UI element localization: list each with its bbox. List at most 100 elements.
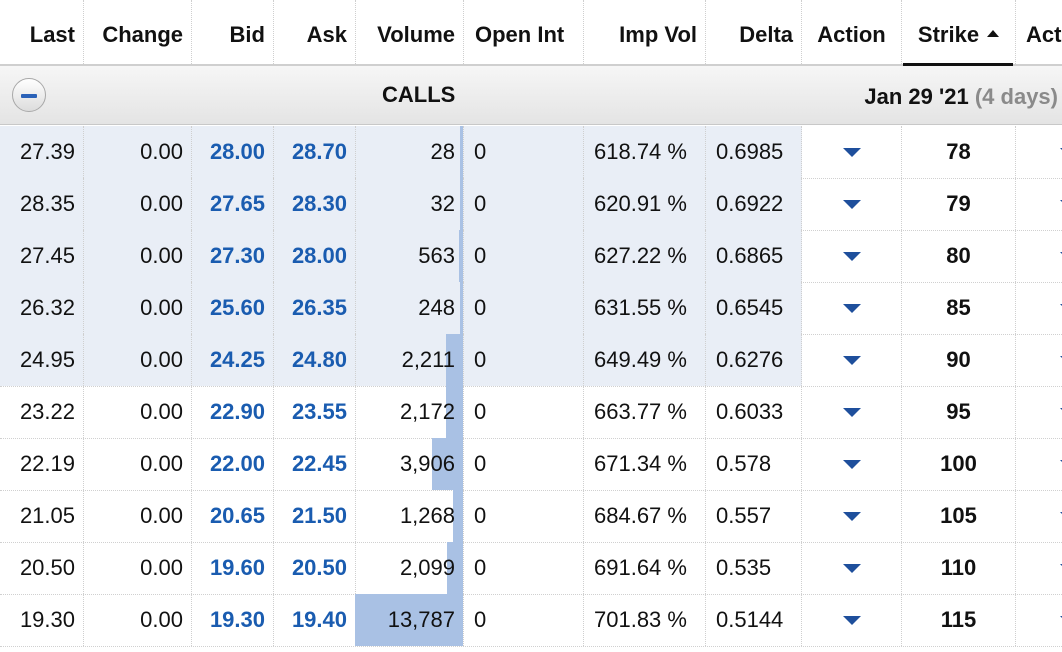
- cell-action-2[interactable]: [1016, 178, 1062, 230]
- cell-imp-vol: 691.64 %: [584, 542, 706, 594]
- col-header-volume-label: Volume: [377, 22, 455, 47]
- col-header-strike[interactable]: Strike: [902, 0, 1016, 64]
- cell-ask[interactable]: 26.35: [274, 282, 356, 334]
- cell-bid[interactable]: 28.00: [192, 126, 274, 178]
- cell-change: 0.00: [84, 126, 192, 178]
- cell-bid[interactable]: 24.25: [192, 334, 274, 386]
- dropdown-arrow-icon[interactable]: [842, 511, 861, 521]
- col-header-imp-vol[interactable]: Imp Vol: [584, 0, 706, 64]
- cell-action[interactable]: [802, 386, 902, 438]
- dropdown-arrow-icon[interactable]: [842, 459, 861, 469]
- cell-ask[interactable]: 28.70: [274, 126, 356, 178]
- table-row[interactable]: 21.05 0.00 20.65 21.50 1,268 0 684.67 % 0.557 10…: [0, 490, 1062, 543]
- col-header-delta[interactable]: Delta: [706, 0, 802, 64]
- col-header-ask[interactable]: Ask: [274, 0, 356, 64]
- cell-volume-value: 563: [418, 243, 455, 268]
- dropdown-arrow-icon[interactable]: [842, 407, 861, 417]
- cell-strike: 90: [902, 334, 1016, 386]
- cell-bid[interactable]: 22.90: [192, 386, 274, 438]
- col-header-volume[interactable]: Volume: [356, 0, 464, 64]
- cell-volume: 248: [356, 282, 464, 334]
- table-row[interactable]: 22.19 0.00 22.00 22.45 3,906 0 671.34 % 0.578 10…: [0, 438, 1062, 491]
- cell-bid-value: 19.60: [209, 555, 265, 580]
- cell-action[interactable]: [802, 230, 902, 282]
- cell-action[interactable]: [802, 438, 902, 490]
- table-row[interactable]: 26.32 0.00 25.60 26.35 248 0 631.55 % 0.6545 85: [0, 282, 1062, 335]
- dropdown-arrow-icon[interactable]: [842, 199, 861, 209]
- cell-ask[interactable]: 19.40: [274, 594, 356, 646]
- cell-last: 20.50: [0, 542, 84, 594]
- table-row[interactable]: 23.22 0.00 22.90 23.55 2,172 0 663.77 % 0.6033 9…: [0, 386, 1062, 439]
- cell-delta: 0.6545: [706, 282, 802, 334]
- cell-action-2[interactable]: [1016, 334, 1062, 386]
- cell-action-2[interactable]: [1016, 542, 1062, 594]
- cell-action-2[interactable]: [1016, 438, 1062, 490]
- cell-bid[interactable]: 19.60: [192, 542, 274, 594]
- cell-volume: 2,211: [356, 334, 464, 386]
- cell-change: 0.00: [84, 594, 192, 646]
- cell-ask[interactable]: 24.80: [274, 334, 356, 386]
- cell-imp-vol-value: 701.83 %: [594, 607, 687, 632]
- cell-bid-value: 19.30: [209, 607, 265, 632]
- cell-action[interactable]: [802, 542, 902, 594]
- cell-ask[interactable]: 22.45: [274, 438, 356, 490]
- table-row[interactable]: 24.95 0.00 24.25 24.80 2,211 0 649.49 % 0.6276 9…: [0, 334, 1062, 387]
- cell-bid[interactable]: 25.60: [192, 282, 274, 334]
- cell-action[interactable]: [802, 126, 902, 178]
- cell-bid[interactable]: 27.30: [192, 230, 274, 282]
- cell-bid[interactable]: 19.30: [192, 594, 274, 646]
- cell-bid[interactable]: 27.65: [192, 178, 274, 230]
- table-row[interactable]: 27.45 0.00 27.30 28.00 563 0 627.22 % 0.6865 80: [0, 230, 1062, 283]
- collapse-group-button[interactable]: [12, 78, 46, 112]
- cell-volume: 28: [356, 126, 464, 178]
- table-row[interactable]: 19.30 0.00 19.30 19.40 13,787 0 701.83 % 0.5144…: [0, 594, 1062, 647]
- dropdown-arrow-icon[interactable]: [842, 147, 861, 157]
- cell-bid[interactable]: 22.00: [192, 438, 274, 490]
- cell-strike-value: 79: [946, 191, 971, 216]
- cell-ask[interactable]: 20.50: [274, 542, 356, 594]
- dropdown-arrow-icon[interactable]: [842, 303, 861, 313]
- cell-action[interactable]: [802, 282, 902, 334]
- col-header-change[interactable]: Change: [84, 0, 192, 64]
- cell-action-2[interactable]: [1016, 490, 1062, 542]
- cell-action-2[interactable]: [1016, 126, 1062, 178]
- dropdown-arrow-icon[interactable]: [842, 251, 861, 261]
- cell-last: 22.19: [0, 438, 84, 490]
- cell-action[interactable]: [802, 490, 902, 542]
- cell-action[interactable]: [802, 594, 902, 646]
- cell-action-2[interactable]: [1016, 386, 1062, 438]
- cell-action-2[interactable]: [1016, 594, 1062, 646]
- cell-open-int-value: 0: [474, 555, 487, 580]
- cell-delta: 0.6033: [706, 386, 802, 438]
- dropdown-arrow-icon[interactable]: [842, 615, 861, 625]
- dropdown-arrow-icon[interactable]: [842, 563, 861, 573]
- col-header-last[interactable]: Last: [0, 0, 84, 64]
- cell-last-value: 28.35: [19, 191, 75, 216]
- cell-imp-vol-value: 649.49 %: [594, 347, 687, 372]
- cell-action-2[interactable]: [1016, 230, 1062, 282]
- col-header-action-2[interactable]: Act: [1016, 0, 1062, 64]
- cell-action-2[interactable]: [1016, 282, 1062, 334]
- table-row[interactable]: 20.50 0.00 19.60 20.50 2,099 0 691.64 % 0.535 11…: [0, 542, 1062, 595]
- cell-ask[interactable]: 23.55: [274, 386, 356, 438]
- cell-ask[interactable]: 21.50: [274, 490, 356, 542]
- cell-ask[interactable]: 28.30: [274, 178, 356, 230]
- col-header-open-int[interactable]: Open Int: [464, 0, 584, 64]
- cell-ask-value: 24.80: [291, 347, 347, 372]
- table-row[interactable]: 28.35 0.00 27.65 28.30 32 0 620.91 % 0.6922 79: [0, 178, 1062, 231]
- cell-volume-value: 2,211: [401, 347, 455, 372]
- col-header-action[interactable]: Action: [802, 0, 902, 64]
- cell-action[interactable]: [802, 178, 902, 230]
- cell-bid[interactable]: 20.65: [192, 490, 274, 542]
- dropdown-arrow-icon[interactable]: [842, 355, 861, 365]
- table-row[interactable]: 27.39 0.00 28.00 28.70 28 0 618.74 % 0.6985 78: [0, 126, 1062, 179]
- cell-imp-vol-value: 620.91 %: [594, 191, 687, 216]
- col-header-bid-label: Bid: [229, 22, 265, 47]
- cell-last: 26.32: [0, 282, 84, 334]
- days-to-expiry: (4 days): [974, 84, 1058, 109]
- cell-change-value: 0.00: [140, 607, 183, 632]
- cell-ask[interactable]: 28.00: [274, 230, 356, 282]
- cell-action[interactable]: [802, 334, 902, 386]
- col-header-bid[interactable]: Bid: [192, 0, 274, 64]
- cell-imp-vol: 649.49 %: [584, 334, 706, 386]
